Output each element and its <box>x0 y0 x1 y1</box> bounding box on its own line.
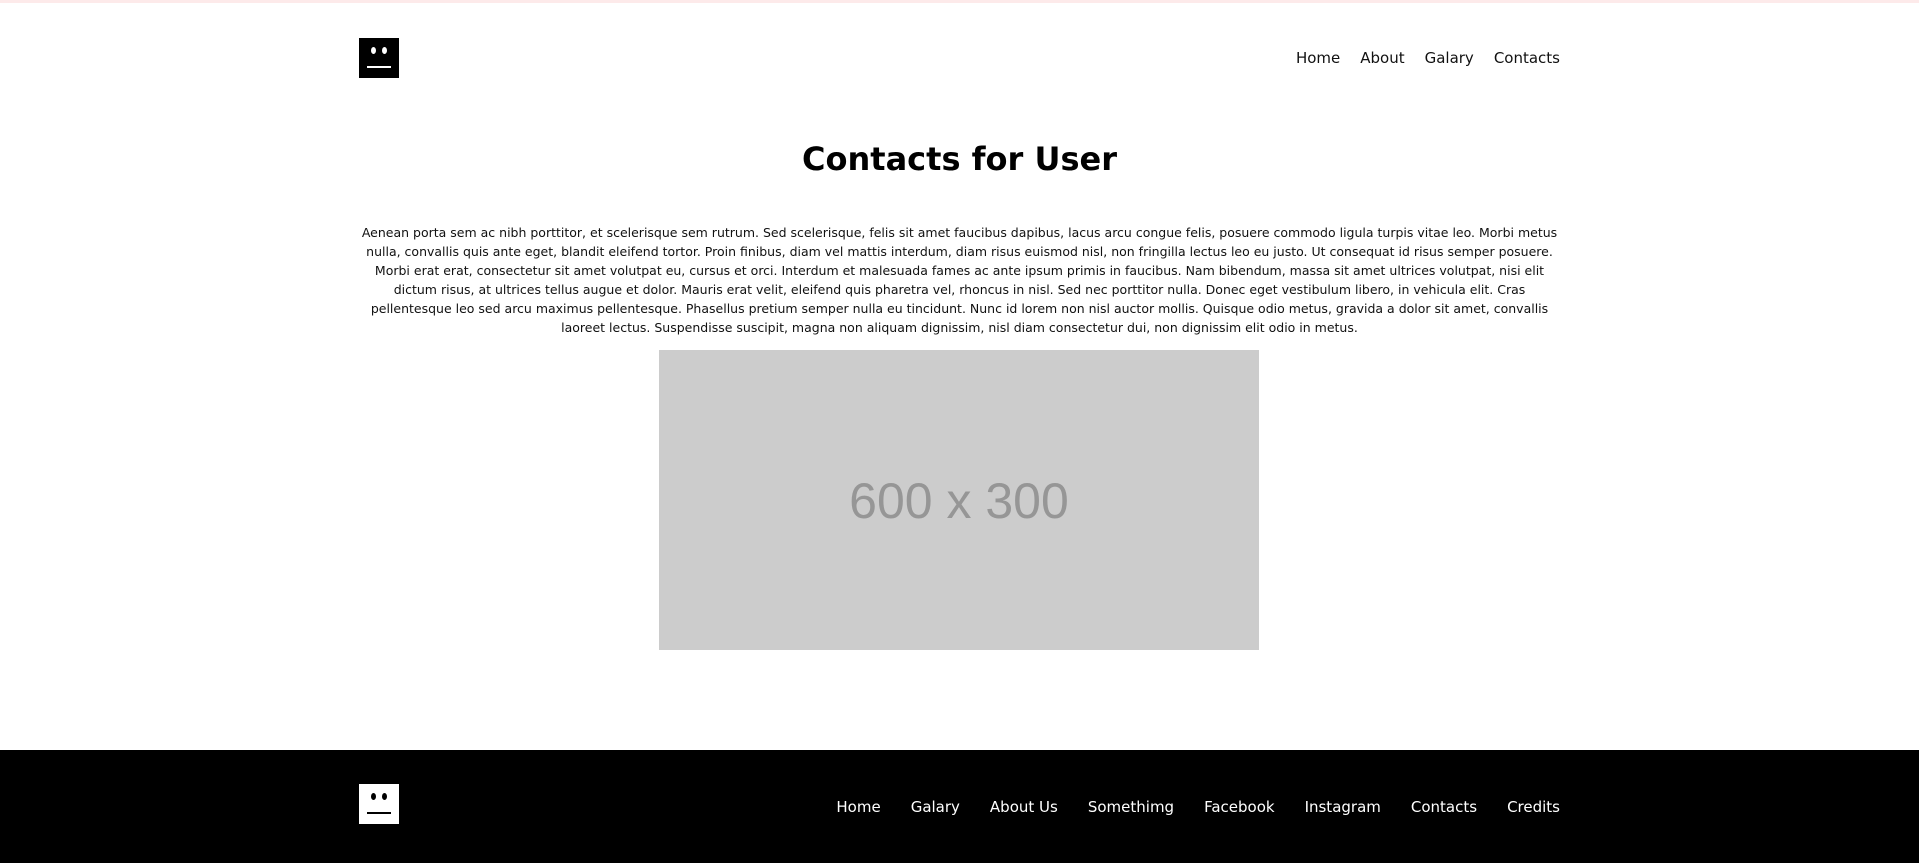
footer-contacts-link[interactable]: Contacts <box>1411 798 1477 816</box>
site-footer: Home Galary About Us Somethimg Facebook … <box>0 750 1919 863</box>
footer-instagram-link[interactable]: Instagram <box>1305 798 1381 816</box>
footer-facebook-link[interactable]: Facebook <box>1204 798 1274 816</box>
footer-somethimg-link[interactable]: Somethimg <box>1088 798 1174 816</box>
nav-contacts-link[interactable]: Contacts <box>1494 49 1560 67</box>
nav-about-link[interactable]: About <box>1360 49 1404 67</box>
top-accent-bar <box>0 0 1919 3</box>
footer-home-link[interactable]: Home <box>836 798 880 816</box>
footer-face-logo-icon[interactable] <box>359 784 399 824</box>
footer-inner: Home Galary About Us Somethimg Facebook … <box>359 784 1560 824</box>
logo-mouth <box>367 66 391 68</box>
logo-eye-right <box>382 47 387 54</box>
footer-logo-mouth <box>367 812 391 814</box>
footer-credits-link[interactable]: Credits <box>1507 798 1560 816</box>
nav-galary-link[interactable]: Galary <box>1425 49 1474 67</box>
face-logo-icon[interactable] <box>359 38 399 78</box>
footer-logo-eye-left <box>371 793 376 800</box>
logo-eye-left <box>371 47 376 54</box>
site-header: Home About Galary Contacts <box>359 38 1560 78</box>
header-nav: Home About Galary Contacts <box>1296 49 1560 67</box>
footer-nav: Home Galary About Us Somethimg Facebook … <box>836 792 1560 816</box>
page-title: Contacts for User <box>802 140 1117 178</box>
footer-logo-eye-right <box>382 793 387 800</box>
footer-galary-link[interactable]: Galary <box>911 798 960 816</box>
footer-about-us-link[interactable]: About Us <box>990 798 1058 816</box>
image-placeholder-label: 600 x 300 <box>849 473 1069 529</box>
image-placeholder: 600 x 300 <box>659 350 1259 650</box>
nav-home-link[interactable]: Home <box>1296 49 1340 67</box>
intro-paragraph: Aenean porta sem ac nibh porttitor, et s… <box>361 225 1558 335</box>
